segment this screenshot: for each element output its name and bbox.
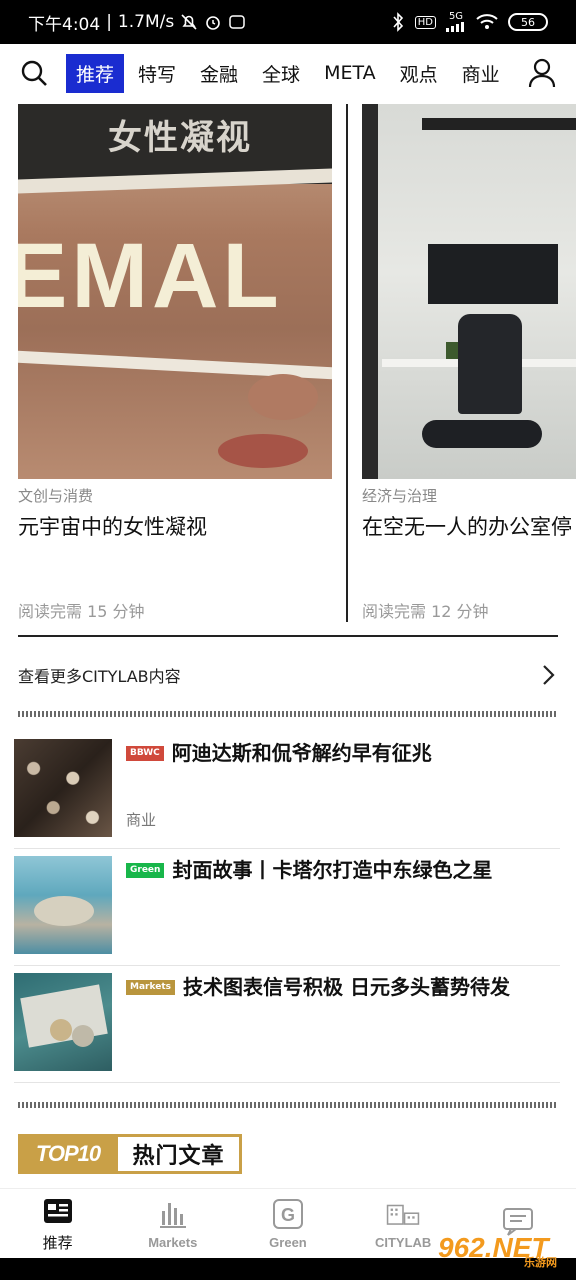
image-overlay-title: 女性凝视	[108, 118, 252, 158]
news-item[interactable]: Markets 技术图表信号积极 日元多头蓄势待发	[14, 973, 560, 1073]
watermark-logo: 962.NET 乐游网	[438, 1224, 570, 1272]
card-read-time: 阅读完需 12 分钟	[362, 602, 489, 621]
tab-business[interactable]: 商业	[452, 54, 510, 93]
bottom-tab-recommend[interactable]: 推荐	[3, 1194, 113, 1253]
news-thumbnail	[14, 739, 112, 837]
city-icon	[386, 1197, 420, 1231]
news-tag: Markets	[126, 980, 175, 995]
bluetooth-icon	[391, 12, 405, 32]
dotted-separator	[18, 1102, 558, 1108]
top10-banner[interactable]: TOP10 热门文章	[18, 1134, 242, 1174]
card-category: 文创与消费	[18, 487, 94, 505]
dotted-separator	[18, 711, 558, 717]
chevron-right-icon	[540, 663, 558, 687]
news-item[interactable]: Green 封面故事丨卡塔尔打造中东绿色之星	[14, 856, 560, 956]
card-title[interactable]: 在空无一人的办公室停	[362, 512, 576, 542]
news-section: 商业	[126, 811, 157, 829]
bottom-tab-markets[interactable]: Markets	[118, 1197, 228, 1250]
svg-text:G: G	[281, 1205, 295, 1225]
top-nav: 推荐 特写 金融 全球 META 观点 商业	[0, 44, 576, 102]
news-title[interactable]: 阿迪达斯和侃爷解约早有征兆	[172, 739, 432, 767]
battery-level: 56	[521, 15, 535, 29]
more-citylab-label: 查看更多CITYLAB内容	[18, 667, 181, 686]
app-notification-icon	[228, 13, 246, 31]
signal-icon: 5G	[446, 12, 466, 32]
tab-feature[interactable]: 特写	[128, 54, 186, 93]
news-icon	[41, 1194, 75, 1228]
signal-label: 5G	[448, 11, 464, 22]
card-image: 女性凝视 EMAL	[18, 104, 332, 479]
bar-chart-icon	[156, 1197, 190, 1231]
status-separator: |	[106, 12, 112, 32]
tab-meta[interactable]: META	[314, 56, 386, 90]
card-title[interactable]: 元宇宙中的女性凝视	[18, 512, 332, 542]
hd-icon: HD	[414, 15, 436, 29]
card-category: 经济与治理	[362, 487, 438, 505]
top10-label: 热门文章	[118, 1134, 242, 1174]
list-divider	[14, 1082, 560, 1083]
search-button[interactable]	[16, 55, 52, 91]
search-icon	[21, 60, 47, 86]
status-bar: 下午4:04 | 1.7M/s HD 5G 56	[0, 0, 576, 44]
bottom-tab-label: Markets	[148, 1235, 198, 1250]
news-thumbnail	[14, 856, 112, 954]
tab-finance[interactable]: 金融	[190, 54, 248, 93]
news-tag: BBWC	[126, 746, 164, 761]
alarm-icon	[204, 13, 222, 31]
watermark-sub: 乐游网	[524, 1256, 557, 1269]
bottom-tab-green[interactable]: G Green	[233, 1197, 343, 1250]
tab-opinion[interactable]: 观点	[390, 54, 448, 93]
card-divider	[346, 104, 348, 622]
list-divider	[14, 965, 560, 966]
bottom-tab-label: CITYLAB	[374, 1235, 432, 1250]
bell-muted-icon	[180, 13, 198, 31]
profile-button[interactable]	[524, 55, 560, 91]
news-item[interactable]: BBWC 阿迪达斯和侃爷解约早有征兆 商业	[14, 739, 560, 839]
tab-recommend[interactable]: 推荐	[66, 53, 125, 93]
card-image	[362, 104, 576, 479]
news-title[interactable]: 技术图表信号积极 日元多头蓄势待发	[183, 973, 510, 1001]
bottom-tab-label: Green	[269, 1235, 307, 1250]
green-g-icon: G	[271, 1197, 305, 1231]
news-tag: Green	[126, 863, 165, 878]
top10-badge: TOP10	[18, 1134, 118, 1174]
user-icon	[528, 58, 556, 88]
more-citylab-link[interactable]: 查看更多CITYLAB内容	[18, 660, 558, 690]
status-time: 下午4:04	[28, 14, 101, 35]
list-divider	[14, 848, 560, 849]
bottom-tab-label: 推荐	[42, 1235, 73, 1252]
featured-carousel[interactable]: 女性凝视 EMAL 文创与消费 元宇宙中的女性凝视 阅读完需 15 分钟 经济与…	[18, 104, 576, 624]
nav-tabs: 推荐 特写 金融 全球 META 观点 商业	[66, 53, 510, 93]
section-divider	[18, 635, 558, 637]
news-title[interactable]: 封面故事丨卡塔尔打造中东绿色之星	[172, 856, 492, 884]
featured-card[interactable]: 女性凝视 EMAL 文创与消费 元宇宙中的女性凝视 阅读完需 15 分钟	[18, 104, 332, 624]
tab-global[interactable]: 全球	[252, 54, 310, 93]
wifi-icon	[476, 13, 498, 31]
status-network-speed: 1.7M/s	[117, 12, 175, 32]
battery-icon: 56	[508, 13, 548, 31]
news-thumbnail	[14, 973, 112, 1071]
card-read-time: 阅读完需 15 分钟	[18, 602, 145, 621]
featured-card[interactable]: 经济与治理 在空无一人的办公室停 阅读完需 12 分钟	[362, 104, 576, 624]
image-big-text: EMAL	[18, 225, 283, 327]
